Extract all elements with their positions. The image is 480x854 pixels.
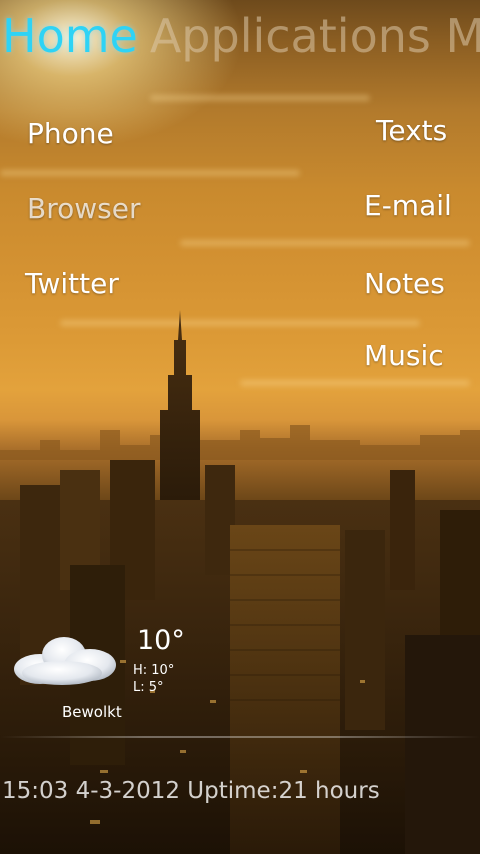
shortcut-notes[interactable]: Notes — [364, 267, 445, 300]
cloud-icon — [14, 637, 116, 685]
shortcut-phone[interactable]: Phone — [27, 117, 114, 150]
shortcut-twitter[interactable]: Twitter — [25, 267, 119, 300]
city-skyline-wallpaper — [0, 310, 480, 854]
home-screen: Home Applications M Phone Browser Twitter… — [0, 0, 480, 854]
shortcut-texts[interactable]: Texts — [376, 114, 447, 147]
shortcut-browser[interactable]: Browser — [27, 192, 140, 225]
weather-temperature: 10° — [137, 625, 185, 656]
cloud-streak — [150, 95, 370, 101]
status-line: 15:03 4-3-2012 Uptime:21 hours — [2, 778, 380, 804]
cloud-streak — [0, 170, 300, 176]
shortcut-email[interactable]: E-mail — [364, 189, 452, 222]
cloud-streak — [180, 240, 470, 246]
shortcut-music[interactable]: Music — [364, 339, 444, 372]
weather-low: L: 5° — [133, 680, 164, 695]
weather-high: H: 10° — [133, 663, 175, 678]
tab-applications[interactable]: Applications M — [150, 9, 480, 63]
divider — [0, 736, 480, 738]
weather-widget[interactable]: 10° H: 10° L: 5° Bewolkt — [10, 625, 190, 725]
tab-home[interactable]: Home — [2, 9, 138, 63]
weather-condition: Bewolkt — [62, 703, 122, 721]
home-tab-bar: Home Applications M — [0, 6, 480, 66]
